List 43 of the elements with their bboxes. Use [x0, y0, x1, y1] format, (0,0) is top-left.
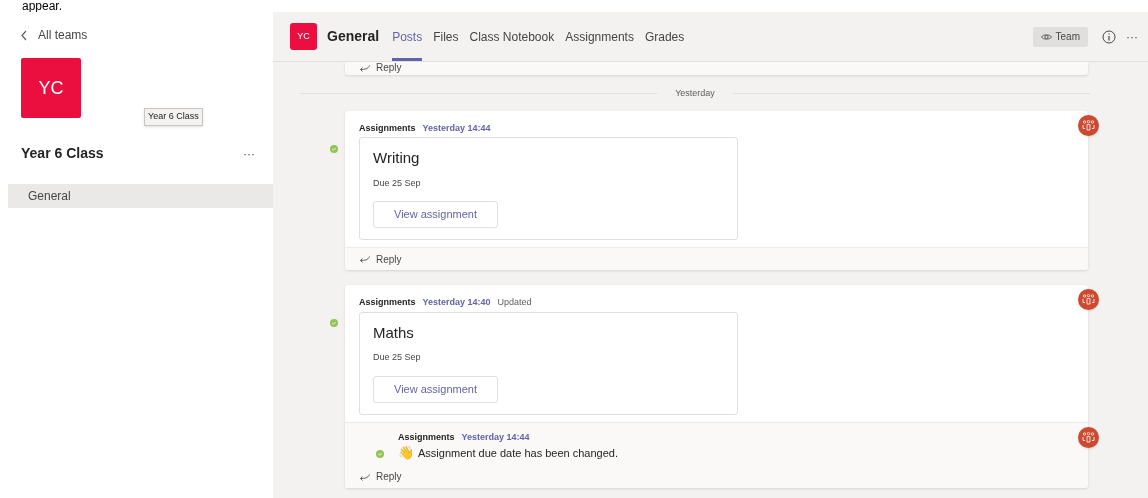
author-name: Assignments [359, 121, 416, 135]
channel-item[interactable]: General [8, 184, 273, 208]
assignment-title: Writing [373, 148, 421, 168]
more-options-button[interactable]: ··· [239, 144, 259, 163]
author-name: Assignments [359, 296, 416, 309]
message-text: Assignment due date has been changed. [418, 446, 618, 461]
back-link[interactable]: All teams [20, 26, 88, 44]
timestamp: Yesterday 14:44 [422, 121, 491, 135]
waving-hand-emoji: 👋 [398, 445, 414, 462]
assignment-title: Maths [373, 322, 415, 343]
tab[interactable]: Assignments [565, 12, 634, 61]
status-icon [376, 449, 384, 458]
reply-arrow-icon [359, 472, 370, 481]
view-assignment-button[interactable]: View assignment [373, 375, 498, 403]
tab[interactable]: Grades [644, 12, 685, 61]
tab[interactable]: Class Notebook [469, 12, 555, 61]
tab[interactable]: Files [433, 12, 459, 61]
team-name: Year 6 Class [21, 144, 104, 163]
tooltip: Year 6 Class [144, 108, 203, 126]
reply-button[interactable]: Reply [345, 248, 402, 270]
due-date: Due 25 Sep [373, 176, 422, 190]
due-date: Due 25 Sep [373, 351, 422, 364]
reply-button[interactable]: Reply [359, 62, 402, 75]
chevron-left-icon [20, 29, 28, 41]
view-assignment-button[interactable]: View assignment [373, 201, 498, 228]
channel-title: General [327, 27, 380, 46]
updated-label: Updated [497, 296, 532, 309]
reply-arrow-icon [359, 255, 370, 263]
team-avatar: YC [21, 58, 81, 118]
reply-arrow-icon [359, 63, 370, 72]
reply-button[interactable]: Reply [345, 465, 402, 488]
status-icon [330, 144, 338, 153]
timestamp: Yesterday 14:44 [461, 430, 530, 444]
info-button[interactable] [1102, 29, 1116, 44]
timestamp: Yesterday 14:40 [422, 296, 491, 309]
team-button[interactable]: Team [1032, 26, 1088, 47]
document-text: appear. [22, 0, 63, 12]
channel-avatar: YC [290, 23, 317, 50]
status-icon [330, 319, 338, 327]
eye-icon [1040, 32, 1052, 41]
more-options-button[interactable]: ··· [1126, 27, 1138, 46]
date-divider: Yesterday [674, 87, 716, 100]
author-name: Assignments [398, 430, 455, 444]
